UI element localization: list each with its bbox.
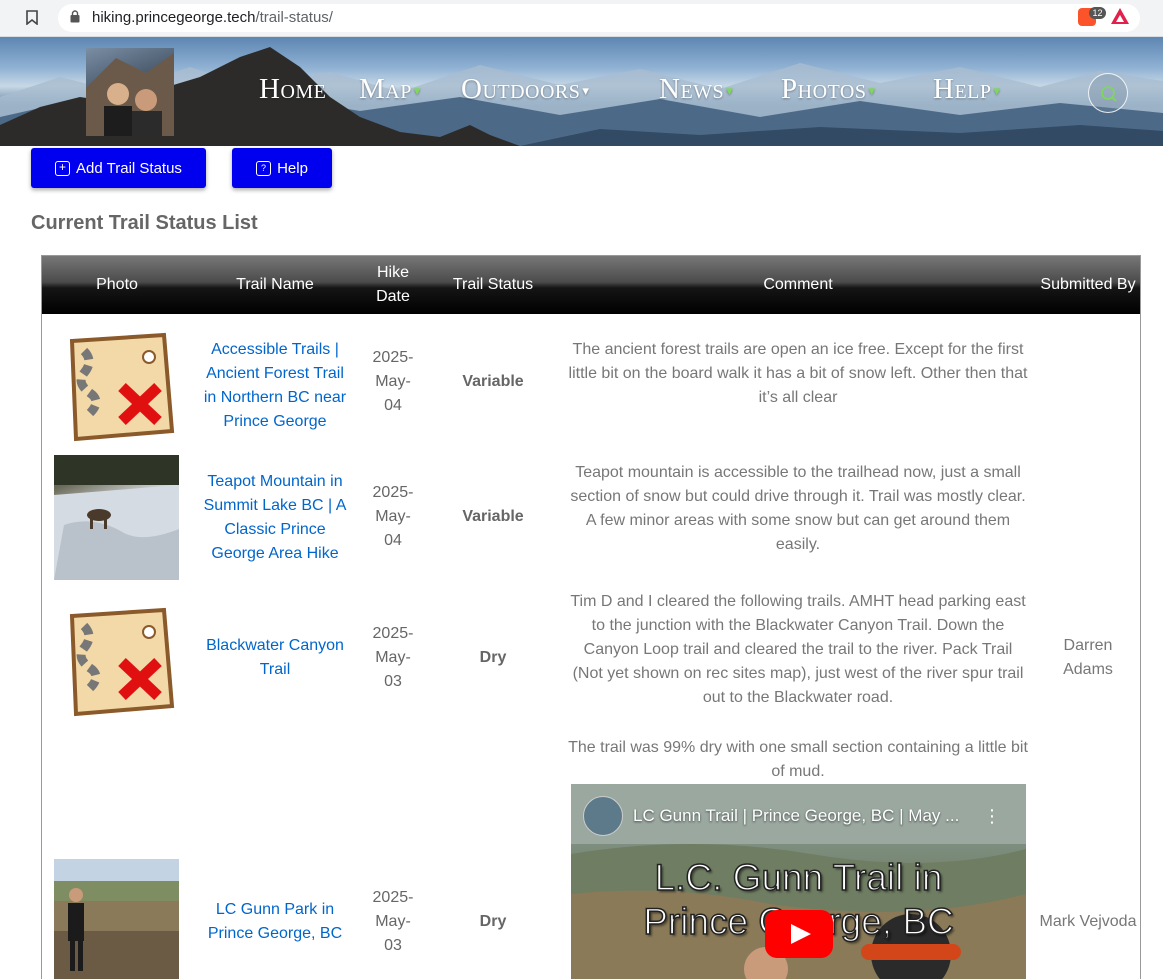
- chevron-down-icon: ▾: [413, 83, 421, 99]
- trail-photo[interactable]: [54, 455, 179, 580]
- chevron-down-icon: ▾: [726, 83, 734, 99]
- header-trail-name[interactable]: Trail Name: [192, 256, 358, 314]
- header-comment[interactable]: Comment: [558, 256, 1038, 314]
- trail-photo-map-icon[interactable]: [54, 596, 179, 721]
- trail-link[interactable]: Teapot Mountain in Summit Lake BC | A Cl…: [202, 470, 348, 566]
- hiker-overlook-photo: [54, 859, 179, 979]
- video-title[interactable]: LC Gunn Trail | Prince George, BC | May …: [633, 806, 959, 826]
- nav-photos[interactable]: Photos ▾: [781, 73, 875, 109]
- comment-text: The trail was 99% dry with one small sec…: [568, 739, 1028, 780]
- comment-text: Tim D and I cleared the following trails…: [570, 593, 1026, 706]
- trail-photo-map-icon[interactable]: [54, 321, 179, 446]
- comment-text: Teapot mountain is accessible to the tra…: [570, 464, 1026, 553]
- dog-on-snow-photo: [54, 455, 179, 580]
- header-hike-date[interactable]: Hike Date: [358, 256, 428, 314]
- hike-date: 2025- May- 04: [372, 349, 414, 414]
- chevron-down-icon: ▾: [582, 83, 590, 99]
- status-badge: Variable: [462, 373, 524, 390]
- trail-status-table: Photo Trail Name Hike Date Trail Status …: [41, 255, 1141, 979]
- url-text: hiking.princegeorge.tech/trail-status/: [92, 9, 333, 26]
- nav-help[interactable]: Help ▾: [933, 73, 1001, 109]
- chevron-down-icon: ▾: [868, 83, 876, 99]
- channel-avatar[interactable]: [583, 796, 623, 836]
- nav-outdoors[interactable]: Outdoors ▾: [461, 73, 589, 109]
- table-header: Photo Trail Name Hike Date Trail Status …: [42, 256, 1140, 314]
- more-options-icon[interactable]: ⋮: [983, 806, 1001, 827]
- brave-rewards-icon-inner: [1116, 15, 1124, 22]
- lock-icon: [70, 10, 80, 26]
- shield-count-badge: 12: [1089, 7, 1106, 19]
- question-icon: ?: [256, 160, 272, 176]
- hike-date: 2025- May- 04: [372, 484, 414, 549]
- search-icon: [1101, 86, 1117, 102]
- trail-link[interactable]: Blackwater Canyon Trail: [202, 634, 348, 682]
- play-button-icon[interactable]: [765, 910, 833, 958]
- youtube-video-embed[interactable]: LC Gunn Trail | Prince George, BC | May …: [571, 784, 1026, 979]
- help-label: Help: [277, 159, 308, 177]
- submitted-by: Darren Adams: [1063, 637, 1113, 678]
- hike-date: 2025- May- 03: [372, 889, 414, 954]
- address-bar[interactable]: hiking.princegeorge.tech/trail-status/: [58, 4, 1140, 32]
- trail-link[interactable]: LC Gunn Park in Prince George, BC: [202, 898, 348, 946]
- browser-toolbar: hiking.princegeorge.tech/trail-status/ 1…: [0, 0, 1163, 37]
- map-placeholder-icon: [69, 332, 175, 442]
- trail-photo[interactable]: [54, 859, 179, 979]
- add-trail-status-label: Add Trail Status: [76, 159, 182, 177]
- header-submitted-by[interactable]: Submitted By: [1038, 256, 1138, 314]
- status-badge: Dry: [479, 649, 507, 666]
- header-trail-status[interactable]: Trail Status: [428, 256, 558, 314]
- nav-map[interactable]: Map ▾: [359, 73, 421, 109]
- comment-text: The ancient forest trails are open an ic…: [568, 341, 1028, 406]
- status-badge: Variable: [462, 508, 524, 525]
- header-photo[interactable]: Photo: [42, 256, 192, 314]
- avatar[interactable]: [86, 48, 174, 136]
- add-trail-status-button[interactable]: + Add Trail Status: [31, 148, 206, 188]
- page-title: Current Trail Status List: [31, 212, 258, 234]
- plus-square-icon: +: [55, 160, 71, 176]
- status-badge: Dry: [479, 913, 507, 930]
- trail-link[interactable]: Accessible Trails | Ancient Forest Trail…: [202, 338, 348, 434]
- map-placeholder-icon: [69, 607, 175, 717]
- chevron-down-icon: ▾: [993, 83, 1001, 99]
- video-overlay-title: L.C. Gunn Trail in: [654, 856, 943, 899]
- hike-date: 2025- May- 03: [372, 625, 414, 690]
- submitted-by: Mark Vejvoda: [1039, 913, 1137, 930]
- help-button[interactable]: ? Help: [232, 148, 332, 188]
- site-header: Home Map ▾ Outdoors ▾ News ▾ Photos ▾ Help ▾: [0, 37, 1163, 146]
- nav-home[interactable]: Home: [259, 73, 326, 109]
- nav-news[interactable]: News ▾: [659, 73, 733, 109]
- bookmark-icon[interactable]: [26, 10, 40, 26]
- search-button[interactable]: [1088, 73, 1128, 113]
